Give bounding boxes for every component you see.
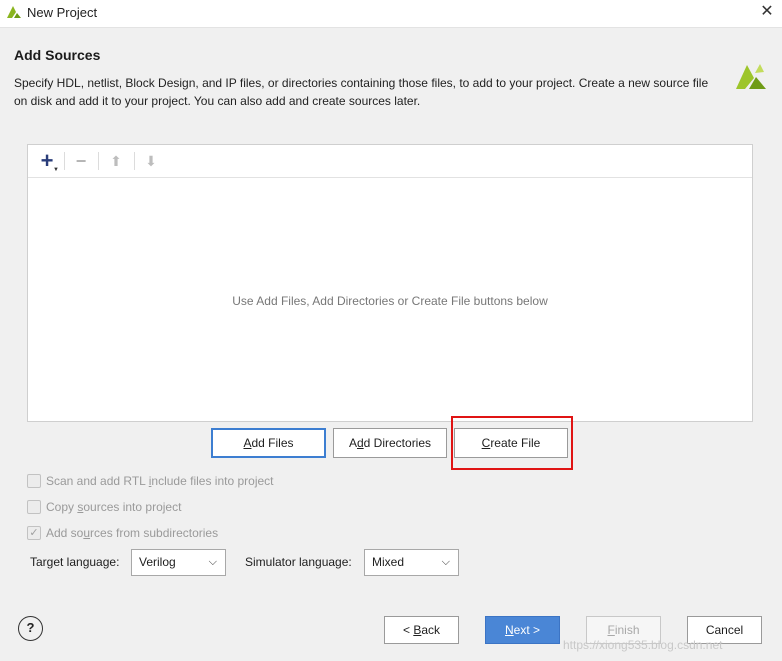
target-language-label: Target language:	[30, 555, 120, 569]
add-subdirectories-label: Add sources from subdirectories	[46, 526, 219, 540]
add-directories-label: d Directories	[363, 436, 432, 450]
help-icon[interactable]: ?	[18, 616, 43, 641]
watermark-text: https://xiong535.blog.csdn.net	[563, 638, 723, 652]
sources-toolbar: + ▼ − ⬆ ⬇	[28, 145, 752, 178]
copy-sources-label: Copy sources into project	[46, 500, 182, 514]
remove-icon[interactable]: −	[68, 150, 94, 172]
sources-list-panel: + ▼ − ⬆ ⬇ Use Add Files, Add Directories…	[27, 144, 753, 422]
empty-list-message: Use Add Files, Add Directories or Create…	[232, 294, 548, 308]
back-label: ack	[421, 623, 441, 637]
vivado-logo-icon	[736, 64, 766, 89]
chevron-down-icon: ⌵	[208, 556, 217, 568]
toolbar-separator	[98, 152, 99, 170]
next-button[interactable]: Next >	[485, 616, 560, 644]
add-dropdown-arrow-icon: ▼	[53, 167, 59, 173]
back-button[interactable]: < Back	[384, 616, 459, 644]
window-title: New Project	[27, 5, 98, 20]
add-files-label: dd Files	[251, 436, 294, 450]
scan-rtl-label: Scan and add RTL include files into proj…	[46, 474, 274, 488]
add-directories-button[interactable]: Add Directories	[333, 428, 447, 458]
target-language-select[interactable]: Verilog ⌵	[131, 549, 226, 576]
checkmark-icon[interactable]: ✓	[27, 526, 41, 540]
window-titlebar: New Project ✕	[0, 0, 782, 26]
add-directories-mnemonic: d	[356, 436, 364, 450]
target-language-value: Verilog	[139, 555, 176, 569]
chevron-down-icon: ⌵	[441, 556, 450, 568]
page-description: Specify HDL, netlist, Block Design, and …	[14, 76, 709, 108]
highlight-annotation-box	[451, 416, 573, 470]
add-files-button[interactable]: Add Files	[211, 428, 326, 458]
back-label-start: <	[402, 623, 414, 637]
copy-sources-checkbox-box[interactable]	[27, 500, 41, 514]
app-logo-icon	[7, 6, 21, 18]
close-icon[interactable]: ✕	[757, 2, 777, 22]
move-down-icon[interactable]: ⬇	[138, 150, 164, 172]
toolbar-separator	[64, 152, 65, 170]
simulator-language-select[interactable]: Mixed ⌵	[364, 549, 459, 576]
page-heading: Add Sources	[14, 47, 101, 63]
scan-rtl-checkbox[interactable]: Scan and add RTL include files into proj…	[27, 473, 327, 489]
dialog-body: Add Sources Specify HDL, netlist, Block …	[0, 27, 782, 661]
move-up-icon[interactable]: ⬆	[103, 150, 129, 172]
next-mnemonic: N	[504, 623, 514, 637]
next-label: ext >	[513, 623, 541, 637]
add-directories-label-start: A	[348, 436, 357, 450]
toolbar-separator	[134, 152, 135, 170]
add-subdirectories-checkbox[interactable]: ✓ Add sources from subdirectories	[27, 525, 327, 541]
copy-sources-checkbox[interactable]: Copy sources into project	[27, 499, 327, 515]
simulator-language-label: Simulator language:	[245, 555, 352, 569]
simulator-language-value: Mixed	[372, 555, 405, 569]
finish-label: inish	[614, 623, 640, 637]
scan-rtl-checkbox-box[interactable]	[27, 474, 41, 488]
finish-mnemonic: F	[607, 623, 615, 637]
